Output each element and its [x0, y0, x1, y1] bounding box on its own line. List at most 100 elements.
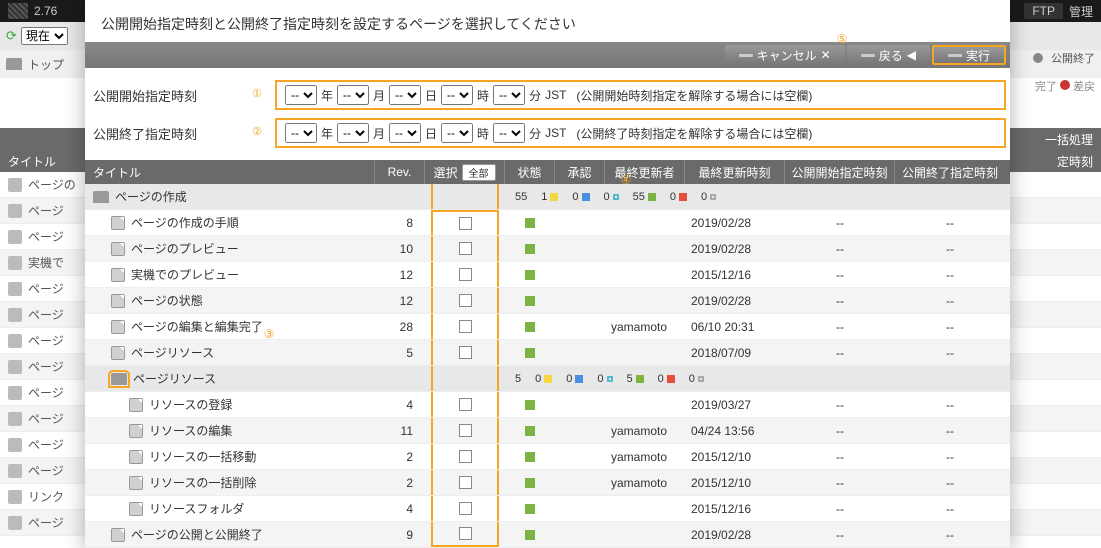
execute-button[interactable]: 実行 — [932, 45, 1006, 65]
row-rev: 4 — [375, 392, 425, 417]
header-start[interactable]: 公開開始指定時刻 — [785, 160, 895, 184]
table-row[interactable]: ページの公開と公開終了92019/02/28---- — [85, 522, 1010, 548]
page-icon — [129, 424, 143, 438]
row-checkbox[interactable] — [459, 217, 472, 230]
row-updated: 2019/02/28 — [685, 236, 785, 261]
header-approve[interactable]: 承認 — [555, 160, 605, 184]
table-row[interactable]: ページのプレビュー102019/02/28---- — [85, 236, 1010, 262]
folder-icon — [93, 191, 109, 203]
row-start: -- — [785, 470, 895, 495]
header-updated[interactable]: 最終更新時刻 — [685, 160, 785, 184]
table-row[interactable]: ページの作成の手順82019/02/28---- — [85, 210, 1010, 236]
row-start: -- — [785, 236, 895, 261]
table-row[interactable]: 実機でのプレビュー122015/12/16---- — [85, 262, 1010, 288]
start-year-select[interactable]: -- — [285, 85, 317, 105]
row-end: -- — [895, 314, 1005, 339]
header-end[interactable]: 公開終了指定時刻 — [895, 160, 1005, 184]
callout-5: ⑤ — [834, 32, 850, 48]
start-note: (公開開始時刻指定を解除する場合には空欄) — [576, 87, 812, 104]
table-row[interactable]: ページの状態122019/02/28---- — [85, 288, 1010, 314]
row-checkbox[interactable] — [459, 398, 472, 411]
row-start: -- — [785, 314, 895, 339]
page-icon — [111, 268, 125, 282]
row-checkbox[interactable] — [459, 476, 472, 489]
folder-row[interactable]: ページの作成551005500 — [85, 184, 1010, 210]
row-updater — [605, 210, 685, 235]
row-title: ページの作成の手順 — [131, 214, 239, 231]
row-updater — [605, 340, 685, 365]
row-end: -- — [895, 470, 1005, 495]
end-month-select[interactable]: -- — [337, 123, 369, 143]
row-updater: yamamoto — [605, 314, 685, 339]
row-updated: 2019/02/28 — [685, 210, 785, 235]
row-rev: 9 — [375, 522, 425, 547]
back-button[interactable]: 戻る ◀ — [847, 45, 930, 65]
folder-row[interactable]: ページリソース5000500 — [85, 366, 1010, 392]
version-label: 2.76 — [34, 4, 57, 18]
schedule-modal: 公開開始指定時刻と公開終了指定時刻を設定するページを選択してください ⑤ キャン… — [85, 0, 1010, 548]
table-row[interactable]: リソースの編集11yamamoto04/24 13:56---- — [85, 418, 1010, 444]
row-checkbox[interactable] — [459, 424, 472, 437]
row-checkbox[interactable] — [459, 268, 472, 281]
row-checkbox[interactable] — [459, 527, 472, 540]
page-icon — [111, 528, 125, 542]
callout-4: ④ — [618, 173, 634, 189]
row-updated: 06/10 20:31 — [685, 314, 785, 339]
row-updater: yamamoto — [605, 470, 685, 495]
row-rev: 5 — [375, 340, 425, 365]
row-checkbox[interactable] — [459, 450, 472, 463]
page-icon — [129, 502, 143, 516]
page-icon — [129, 450, 143, 464]
end-year-select[interactable]: -- — [285, 123, 317, 143]
select-all-button[interactable]: 全部 — [462, 164, 496, 181]
page-icon — [111, 242, 125, 256]
state-indicator — [525, 478, 535, 488]
refresh-icon: ⟳ — [6, 28, 17, 44]
row-updater: yamamoto — [605, 418, 685, 443]
state-indicator — [525, 452, 535, 462]
row-rev: 12 — [375, 288, 425, 313]
start-month-select[interactable]: -- — [337, 85, 369, 105]
row-end: -- — [895, 392, 1005, 417]
row-updater — [605, 522, 685, 547]
end-hour-select[interactable]: -- — [441, 123, 473, 143]
header-state[interactable]: 状態 — [505, 160, 555, 184]
row-updater: yamamoto — [605, 444, 685, 469]
row-updated: 2015/12/16 — [685, 262, 785, 287]
row-checkbox[interactable] — [459, 320, 472, 333]
folder-icon — [6, 58, 22, 70]
page-icon — [111, 346, 125, 360]
end-day-select[interactable]: -- — [389, 123, 421, 143]
table-row[interactable]: リソースの一括削除2yamamoto2015/12/10---- — [85, 470, 1010, 496]
table-row[interactable]: リソースの登録42019/03/27---- — [85, 392, 1010, 418]
table-row[interactable]: ページリソース52018/07/09---- — [85, 340, 1010, 366]
row-rev: 10 — [375, 236, 425, 261]
row-updated: 2019/02/28 — [685, 522, 785, 547]
header-updater[interactable]: 最終更新者 — [605, 160, 685, 184]
modal-title: 公開開始指定時刻と公開終了指定時刻を設定するページを選択してください — [85, 0, 1010, 42]
start-day-select[interactable]: -- — [389, 85, 421, 105]
header-rev[interactable]: Rev. — [375, 160, 425, 184]
table-row[interactable]: ページの編集と編集完了28yamamoto06/10 20:31---- — [85, 314, 1010, 340]
row-title: リソースの編集 — [149, 422, 232, 439]
row-checkbox[interactable] — [459, 242, 472, 255]
start-hour-select[interactable]: -- — [441, 85, 473, 105]
row-title: リソースフォルダ — [149, 500, 244, 517]
state-indicator — [525, 296, 535, 306]
table-row[interactable]: リソースの一括移動2yamamoto2015/12/10---- — [85, 444, 1010, 470]
end-min-select[interactable]: -- — [493, 123, 525, 143]
start-min-select[interactable]: -- — [493, 85, 525, 105]
grid-header: タイトル Rev. 選択 全部 状態 承認 最終更新者 最終更新時刻 公開開始指… — [85, 160, 1010, 184]
row-updater — [605, 496, 685, 521]
row-start: -- — [785, 418, 895, 443]
table-row[interactable]: リソースフォルダ42015/12/16---- — [85, 496, 1010, 522]
row-checkbox[interactable] — [459, 294, 472, 307]
cancel-button[interactable]: キャンセル ✕ — [725, 45, 845, 65]
row-checkbox[interactable] — [459, 502, 472, 515]
state-indicator — [525, 244, 535, 254]
row-checkbox[interactable] — [459, 346, 472, 359]
row-updated: 2015/12/10 — [685, 444, 785, 469]
callout-3: ③ — [261, 327, 277, 343]
row-start: -- — [785, 210, 895, 235]
header-title[interactable]: タイトル — [85, 160, 375, 184]
